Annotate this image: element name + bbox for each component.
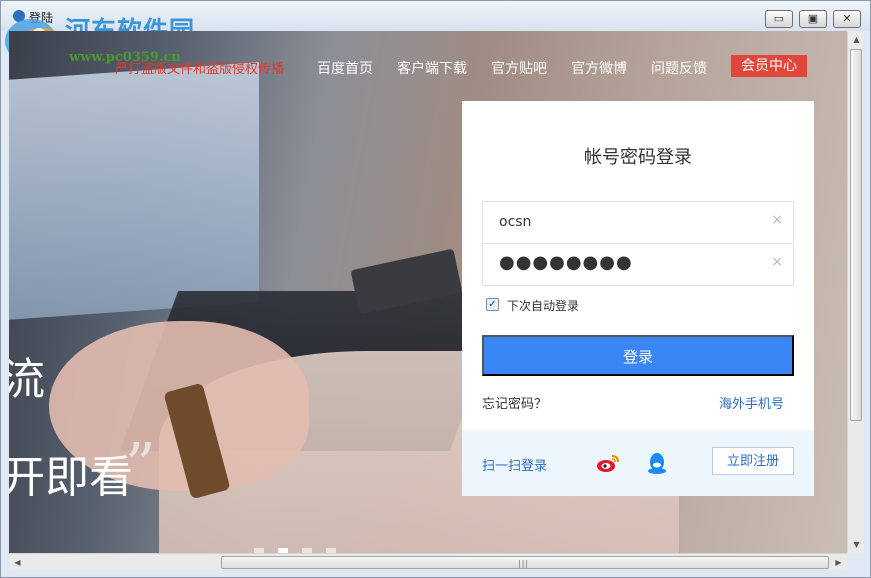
scroll-grip-icon: ||| xyxy=(518,559,530,568)
remember-checkbox[interactable]: ✓ xyxy=(486,298,499,311)
title-bar[interactable]: 登陆 河东软件园 ▭ ▣ ✕ xyxy=(1,1,870,63)
close-button[interactable]: ✕ xyxy=(833,10,861,28)
member-center-button[interactable]: 会员中心 xyxy=(731,55,807,77)
nav-warning-link[interactable]: 严打盗版文件和盗版侵权传播 xyxy=(115,58,284,77)
vertical-scrollbar[interactable]: ▲ ▼ xyxy=(847,31,864,553)
password-field[interactable]: ●●●●●●●● × xyxy=(482,243,794,286)
username-clear-icon[interactable]: × xyxy=(771,212,783,228)
register-button[interactable]: 立即注册 xyxy=(712,447,794,475)
username-field[interactable]: ocsn × xyxy=(482,201,794,244)
overseas-phone-link[interactable]: 海外手机号 xyxy=(719,393,784,412)
login-footer: 扫一扫登录 立即注册 xyxy=(462,430,814,496)
hero-quote-mark: ” xyxy=(125,431,156,501)
nav-item-official-tieba[interactable]: 官方贴吧 xyxy=(491,58,547,78)
maximize-button[interactable]: ▣ xyxy=(799,10,827,28)
browser-window: 登陆 河东软件园 ▭ ▣ ✕ 流 开即看 ” www.pc0359.cn 严打盗… xyxy=(0,0,871,578)
hero-text-line1: 流 xyxy=(9,354,45,405)
horizontal-scrollbar[interactable]: ◀ ||| ▶ xyxy=(9,553,847,570)
nav-item-feedback[interactable]: 问题反馈 xyxy=(651,58,707,78)
nav-item-official-weibo[interactable]: 官方微博 xyxy=(571,58,627,78)
horizontal-scroll-thumb[interactable]: ||| xyxy=(221,556,829,569)
login-button[interactable]: 登录 xyxy=(482,335,794,376)
username-value: ocsn xyxy=(499,214,532,230)
hero-laptop-screen xyxy=(9,62,259,320)
login-title: 帐号密码登录 xyxy=(584,147,692,168)
forgot-password-link[interactable]: 忘记密码？ xyxy=(482,393,547,412)
scroll-left-arrow-icon[interactable]: ◀ xyxy=(9,554,26,571)
scan-login-link[interactable]: 扫一扫登录 xyxy=(482,455,547,474)
page-content: 流 开即看 ” www.pc0359.cn 严打盗版文件和盗版侵权传播 百度首页… xyxy=(9,31,847,553)
minimize-button[interactable]: ▭ xyxy=(765,10,793,28)
password-value: ●●●●●●●● xyxy=(499,252,633,273)
weibo-icon[interactable] xyxy=(596,453,620,473)
scroll-up-arrow-icon[interactable]: ▲ xyxy=(848,31,865,48)
scroll-right-arrow-icon[interactable]: ▶ xyxy=(830,554,847,571)
hero-text-line2: 开即看 xyxy=(9,452,133,503)
scroll-down-arrow-icon[interactable]: ▼ xyxy=(848,536,865,553)
qq-icon[interactable] xyxy=(646,451,668,475)
remember-label: 下次自动登录 xyxy=(507,299,580,313)
vertical-scroll-thumb[interactable] xyxy=(850,49,862,421)
nav-item-client-download[interactable]: 客户端下载 xyxy=(397,58,467,78)
nav-item-baidu-home[interactable]: 百度首页 xyxy=(317,58,373,78)
password-clear-icon[interactable]: × xyxy=(771,254,783,270)
login-card: 帐号密码登录 ocsn × ●●●●●●●● × ✓ 下次自动登录 登录 忘记密… xyxy=(462,101,814,496)
